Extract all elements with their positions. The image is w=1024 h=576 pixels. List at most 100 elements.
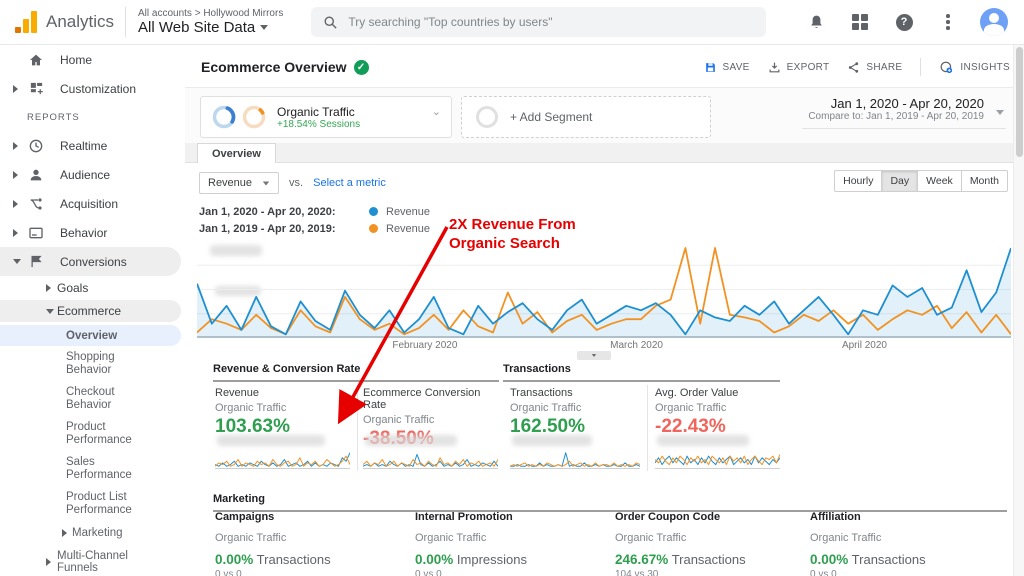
save-button[interactable]: SAVE (704, 61, 750, 74)
help-icon: ? (896, 14, 913, 31)
legend-row-2020: Jan 1, 2020 - Apr 20, 2020: Revenue (199, 203, 430, 220)
metric-card-transactions[interactable]: Transactions Organic Traffic 162.50% (510, 387, 650, 438)
expand-icon[interactable] (13, 142, 18, 150)
sidebar-item-realtime[interactable]: Realtime (0, 131, 185, 160)
sidebar-label: Product List Performance (66, 486, 161, 521)
granularity-day[interactable]: Day (882, 170, 918, 192)
export-icon (768, 61, 781, 74)
notifications-button[interactable] (804, 10, 828, 34)
global-search[interactable] (311, 7, 766, 37)
metric-card-avg-order-value[interactable]: Avg. Order Value Organic Traffic -22.43% (655, 387, 795, 438)
insights-button[interactable]: INSIGHTS (939, 60, 1010, 75)
sidebar-item-sales-performance[interactable]: Sales Performance (0, 451, 185, 486)
metric-card-title: Revenue (215, 387, 355, 399)
account-switcher[interactable]: All accounts > Hollywood Mirrors All Web… (138, 8, 283, 37)
collapse-icon[interactable] (13, 259, 21, 264)
product-name: Analytics (46, 12, 114, 32)
marketing-detail: 0 vs 0 (215, 569, 400, 576)
home-icon (27, 51, 45, 69)
page-scrollbar[interactable] (1013, 45, 1024, 576)
expand-icon[interactable] (13, 171, 18, 179)
marketing-title: Internal Promotion (415, 511, 600, 523)
analytics-logo-icon (14, 10, 38, 34)
sidebar-item-conversions[interactable]: Conversions (0, 247, 181, 276)
sidebar-label: Sales Performance (66, 451, 161, 486)
vs-label: vs. (289, 177, 303, 189)
metric-dropdown[interactable]: Revenue (199, 172, 279, 194)
export-button[interactable]: EXPORT (768, 61, 830, 74)
apps-button[interactable] (848, 10, 872, 34)
sidebar-item-acquisition[interactable]: Acquisition (0, 189, 185, 218)
analytics-app: Analytics All accounts > Hollywood Mirro… (0, 0, 1024, 576)
overflow-menu-button[interactable] (936, 10, 960, 34)
date-range-picker[interactable]: Jan 1, 2020 - Apr 20, 2020 Compare to: J… (802, 94, 1006, 129)
sidebar-label: Product Performance (66, 416, 161, 451)
search-input[interactable] (348, 15, 728, 29)
sidebar-item-overview[interactable]: Overview (0, 325, 181, 346)
card-divider (357, 385, 358, 471)
granularity-week[interactable]: Week (918, 170, 962, 192)
metric-controls: Revenue vs. Select a metric (199, 172, 386, 194)
behavior-icon (27, 224, 45, 242)
metric-card-title: Ecommerce Conversion Rate (363, 387, 503, 411)
marketing-segment: Organic Traffic (615, 532, 800, 544)
expand-icon[interactable] (62, 529, 67, 537)
donut-blue-icon (211, 104, 237, 130)
help-button[interactable]: ? (892, 10, 916, 34)
analytics-logo[interactable]: Analytics (0, 10, 125, 34)
tab-label: Overview (212, 148, 261, 160)
timeseries-chart[interactable]: February 2020 March 2020 April 2020 (197, 241, 1011, 357)
sidebar-item-home[interactable]: Home (0, 45, 185, 74)
sidebar-label: Customization (60, 82, 136, 96)
sparkline-conversion-rate (363, 449, 498, 469)
x-axis-label: April 2020 (842, 340, 887, 351)
realtime-icon (27, 137, 45, 155)
sidebar-item-audience[interactable]: Audience (0, 160, 185, 189)
chevron-down-icon[interactable]: ⌄ (432, 105, 441, 118)
expand-icon[interactable] (46, 284, 51, 292)
marketing-title: Order Coupon Code (615, 511, 800, 523)
marketing-segment: Organic Traffic (415, 532, 600, 544)
share-button[interactable]: SHARE (847, 61, 902, 74)
sidebar-item-product-list-performance[interactable]: Product List Performance (0, 486, 185, 521)
sidebar-label: Goals (57, 281, 88, 295)
tab-overview[interactable]: Overview (197, 143, 276, 163)
date-range-current: Jan 1, 2020 - Apr 20, 2020 (808, 96, 984, 111)
sidebar-item-product-performance[interactable]: Product Performance (0, 416, 185, 451)
user-avatar[interactable] (980, 8, 1008, 36)
collapse-icon[interactable] (46, 309, 54, 314)
expand-icon[interactable] (13, 229, 18, 237)
sidebar-label: Multi-Channel Funnels (57, 545, 162, 576)
share-icon (847, 61, 860, 74)
metric-card-revenue[interactable]: Revenue Organic Traffic 103.63% (215, 387, 355, 438)
expand-icon[interactable] (46, 558, 51, 566)
sidebar-item-multi-channel-funnels[interactable]: Multi-Channel Funnels (0, 547, 185, 576)
redacted-value (512, 435, 592, 446)
scrollbar-thumb[interactable] (1016, 47, 1023, 157)
chart-collapse-button[interactable] (577, 351, 611, 360)
select-metric-link[interactable]: Select a metric (313, 177, 386, 189)
marketing-value: 246.67% (615, 552, 668, 567)
sidebar-item-ecommerce[interactable]: Ecommerce (0, 300, 181, 322)
marketing-metric: Transactions (257, 552, 331, 567)
conversions-flag-icon (27, 253, 45, 271)
sidebar-item-behavior[interactable]: Behavior (0, 218, 185, 247)
sidebar-item-goals[interactable]: Goals (0, 276, 185, 300)
x-axis-label: February 2020 (392, 340, 457, 351)
add-segment-button[interactable]: + Add Segment (461, 96, 711, 138)
granularity-month[interactable]: Month (962, 170, 1008, 192)
expand-icon[interactable] (13, 200, 18, 208)
date-range-compare: Compare to: Jan 1, 2019 - Apr 20, 2019 (808, 111, 984, 122)
segment-chip-organic-traffic[interactable]: Organic Traffic +18.54% Sessions ⌄ (200, 96, 452, 138)
expand-icon[interactable] (13, 85, 18, 93)
granularity-hourly[interactable]: Hourly (834, 170, 882, 192)
sidebar-item-customization[interactable]: Customization (0, 74, 185, 103)
sidebar-item-checkout-behavior[interactable]: Checkout Behavior (0, 381, 185, 416)
legend-date: Jan 1, 2020 - Apr 20, 2020: (199, 206, 361, 218)
marketing-col-order-coupon-code[interactable]: Order Coupon Code Organic Traffic 246.67… (615, 511, 800, 576)
marketing-col-campaigns[interactable]: Campaigns Organic Traffic 0.00% Transact… (215, 511, 400, 576)
marketing-col-internal-promotion[interactable]: Internal Promotion Organic Traffic 0.00%… (415, 511, 600, 576)
sidebar-item-marketing[interactable]: Marketing (0, 523, 185, 543)
marketing-col-affiliation[interactable]: Affiliation Organic Traffic 0.00% Transa… (810, 511, 995, 576)
sidebar-item-shopping-behavior[interactable]: Shopping Behavior (0, 346, 185, 381)
